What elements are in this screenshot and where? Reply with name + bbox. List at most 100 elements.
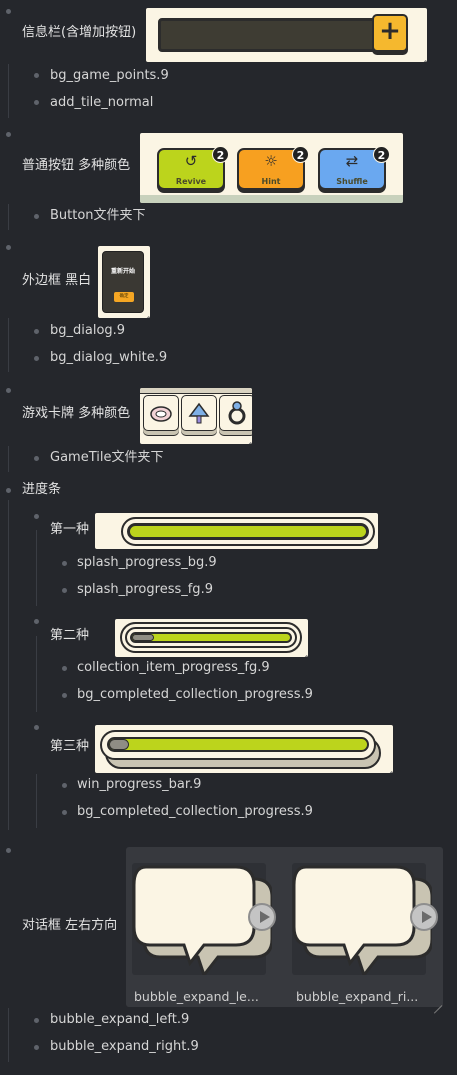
asset-name: bg_dialog_white.9 <box>50 350 168 365</box>
resize-handle-icon[interactable] <box>434 998 442 1006</box>
tree-guide-line <box>36 636 37 712</box>
asset-name: collection_item_progress_fg.9 <box>77 660 270 675</box>
progress-fill <box>107 737 369 752</box>
progress-type-label: 第一种 <box>50 522 90 537</box>
tile-row-top-edge <box>140 388 252 394</box>
list-bullet <box>34 725 39 730</box>
asset-name: win_progress_bar.9 <box>77 777 202 792</box>
tree-guide-line <box>36 774 37 828</box>
resize-handle-icon[interactable] <box>299 648 307 656</box>
progress-preview-1[interactable] <box>95 513 378 549</box>
dialog-title: 重新开始 <box>110 268 135 275</box>
list-bullet <box>34 73 39 78</box>
list-bullet <box>6 132 11 137</box>
bubble-preview-panel[interactable]: bubble_expand_le... bubble_expand_ri... <box>126 847 443 1007</box>
dialog-preview[interactable]: 重新开始 确定 <box>98 246 150 318</box>
dialog-confirm-button: 确定 <box>114 292 134 302</box>
resize-handle-icon[interactable] <box>418 53 426 61</box>
list-bullet <box>34 329 39 334</box>
progress-preview-2[interactable] <box>115 619 308 657</box>
tree-guide-line <box>36 530 37 606</box>
plus-icon: + <box>379 16 401 46</box>
progress-fill-shade <box>109 739 129 750</box>
ring-icon <box>228 401 246 425</box>
list-bullet <box>34 1018 39 1023</box>
section-label-progress: 进度条 <box>22 482 62 497</box>
game-tile-fan <box>181 395 217 431</box>
bubble-left-cell[interactable] <box>132 863 276 975</box>
asset-name: bg_completed_collection_progress.9 <box>77 804 313 819</box>
list-bullet <box>62 588 67 593</box>
tree-guide-line <box>8 64 9 118</box>
list-bullet <box>62 693 67 698</box>
list-bullet <box>6 9 11 14</box>
hint-label: Hint <box>261 177 281 186</box>
section-label-info-bar: 信息栏(含增加按钮) <box>22 25 137 40</box>
asset-name: splash_progress_fg.9 <box>77 582 213 597</box>
list-bullet <box>34 356 39 361</box>
list-bullet <box>6 848 11 853</box>
tree-guide-line <box>8 500 9 830</box>
count-badge: 2 <box>212 146 229 163</box>
asset-name: add_tile_normal <box>50 95 154 110</box>
list-bullet <box>62 666 67 671</box>
hint-button[interactable]: ☼ Hint 2 <box>237 146 309 190</box>
list-bullet <box>34 619 39 624</box>
bubble-right-cell[interactable] <box>292 863 438 975</box>
list-bullet <box>6 488 11 493</box>
resize-handle-icon[interactable] <box>243 435 251 443</box>
tree-guide-line <box>8 446 9 472</box>
points-bar-background <box>158 18 393 52</box>
asset-name: bg_dialog.9 <box>50 323 126 338</box>
asset-caption: bubble_expand_le... <box>134 989 259 1004</box>
progress-fill-shade <box>132 634 154 641</box>
tiles-preview[interactable] <box>140 388 252 444</box>
asset-name: bg_completed_collection_progress.9 <box>77 687 313 702</box>
tree-guide-line <box>8 1008 9 1062</box>
revive-button[interactable]: ↺ Revive 2 <box>157 146 229 190</box>
list-bullet <box>34 456 39 461</box>
asset-name: bubble_expand_right.9 <box>50 1039 199 1054</box>
add-tile-button[interactable]: + <box>372 14 408 52</box>
list-bullet <box>6 388 11 393</box>
fan-icon <box>188 402 210 424</box>
asset-name: splash_progress_bg.9 <box>77 555 217 570</box>
leaf-decoration <box>140 195 403 203</box>
count-badge: 2 <box>292 146 309 163</box>
asset-name: bubble_expand_left.9 <box>50 1012 190 1027</box>
asset-name: GameTile文件夹下 <box>50 450 164 465</box>
resize-handle-icon[interactable] <box>141 309 149 317</box>
progress-fill <box>127 523 369 540</box>
list-bullet <box>62 783 67 788</box>
section-label-buttons: 普通按钮 多种颜色 <box>22 158 131 173</box>
tree-guide-line <box>8 318 9 372</box>
buttons-preview[interactable]: ↺ Revive 2 ☼ Hint 2 ⇄ Shuffle 2 <box>140 133 403 203</box>
asset-caption: bubble_expand_ri... <box>296 989 419 1004</box>
count-badge: 2 <box>373 146 390 163</box>
list-bullet <box>62 561 67 566</box>
list-bullet <box>34 1045 39 1050</box>
progress-fill <box>130 632 292 643</box>
info-bar-preview[interactable]: + <box>146 8 427 62</box>
section-label-frame: 外边框 黑白 <box>22 273 92 288</box>
shuffle-label: Shuffle <box>336 177 368 186</box>
dialog-frame: 重新开始 确定 <box>102 251 144 313</box>
list-bullet <box>34 100 39 105</box>
shell-icon <box>150 406 172 422</box>
shuffle-button[interactable]: ⇄ Shuffle 2 <box>318 146 390 190</box>
asset-name: Button文件夹下 <box>50 208 146 223</box>
game-tile-shell <box>143 395 179 431</box>
progress-preview-3[interactable] <box>95 725 393 773</box>
play-icon <box>248 903 276 931</box>
section-label-bubble: 对话框 左右方向 <box>22 918 118 933</box>
list-bullet <box>6 245 11 250</box>
list-bullet <box>34 214 39 219</box>
progress-type-label: 第二种 <box>50 628 90 643</box>
resize-handle-icon[interactable] <box>384 764 392 772</box>
list-bullet <box>34 514 39 519</box>
revive-label: Revive <box>175 177 207 186</box>
play-icon <box>410 903 438 931</box>
section-label-tiles: 游戏卡牌 多种颜色 <box>22 406 131 421</box>
list-bullet <box>62 810 67 815</box>
progress-type-label: 第三种 <box>50 739 90 754</box>
